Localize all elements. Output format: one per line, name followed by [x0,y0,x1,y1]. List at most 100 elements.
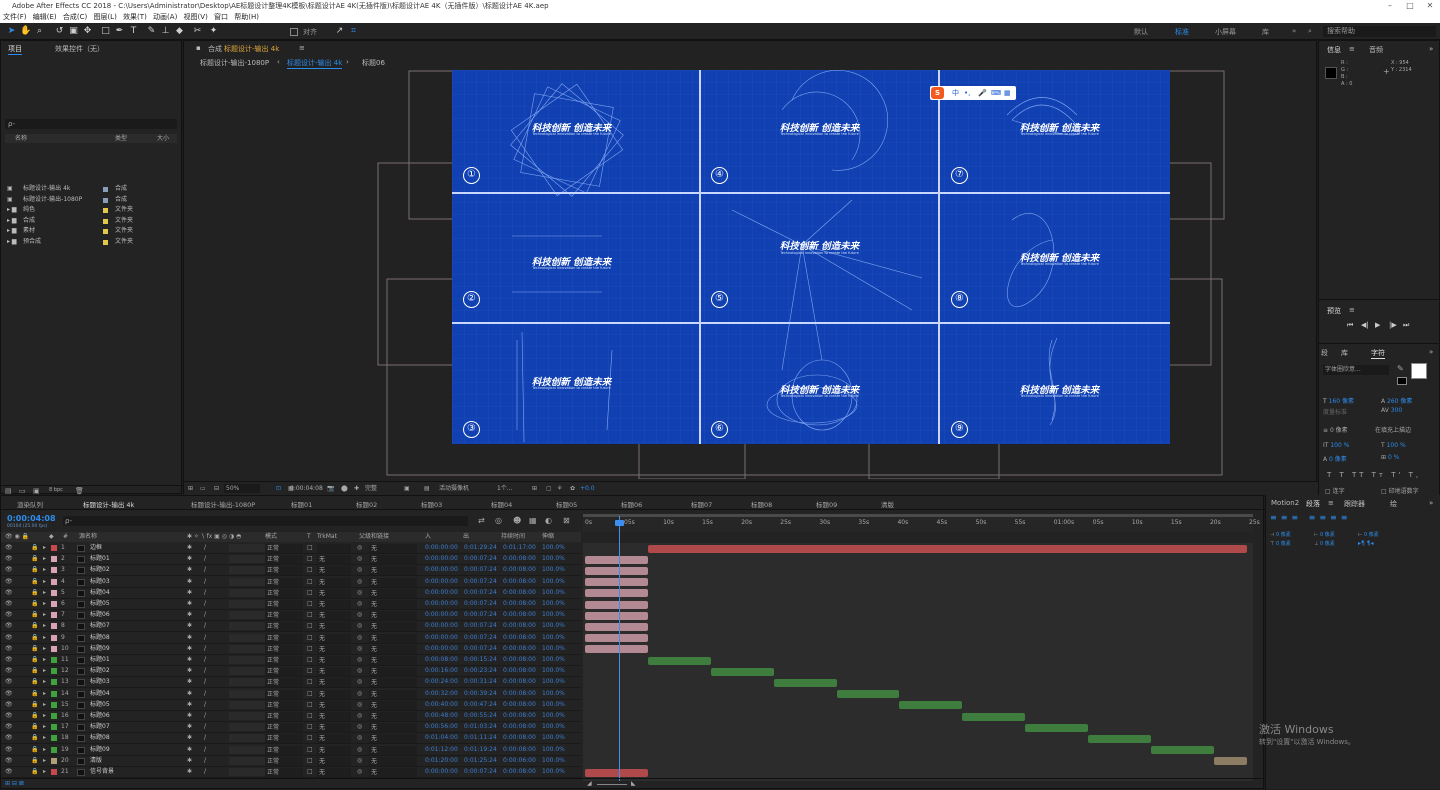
stretch[interactable]: 100.0% [542,767,565,777]
in-point[interactable]: 0:00:32:00 [425,689,458,699]
duration[interactable]: 0:00:08:00 [503,554,536,564]
more-paragraph-tabs-icon[interactable]: » [1429,499,1433,507]
work-area-bar[interactable] [583,514,1253,517]
tab-preview[interactable]: 预览 [1327,306,1341,316]
layer-label-color[interactable] [51,746,57,753]
expand-arrow-icon[interactable]: ▸ [43,621,46,631]
always-preview-icon[interactable]: ⊞ [188,482,193,496]
zoom-slider[interactable] [597,784,627,785]
layer-duration-bar[interactable] [585,768,648,777]
layer-name[interactable]: 标题07 [90,722,110,732]
visibility-eye-icon[interactable]: 👁 [5,733,13,743]
visibility-eye-icon[interactable]: 👁 [5,577,13,587]
timeline-tab[interactable]: 清版 [881,499,894,509]
expand-arrow-icon[interactable]: ▸ [43,588,46,598]
parent-pickwhip-icon[interactable]: ◎ [357,655,362,665]
workspace-standard[interactable]: 标准 [1175,27,1189,37]
tab-paragraph[interactable]: 段落 [1306,499,1320,509]
lock-switch-icon[interactable]: 🔒 [31,689,38,699]
visibility-eye-icon[interactable]: 👁 [5,588,13,598]
parent-pickwhip-icon[interactable]: ◎ [357,554,362,564]
layer-duration-bar[interactable] [585,611,648,620]
kerning-field[interactable]: 度量标准 [1323,407,1347,416]
parent-pickwhip-icon[interactable]: ◎ [357,722,362,732]
timeline-track-area[interactable] [583,543,1253,781]
brush-tool-icon[interactable]: ✎ [146,26,157,37]
menu-effect[interactable]: 效果(T) [123,13,147,21]
expand-arrow-icon[interactable]: ▸ [43,767,46,777]
layer-duration-bar[interactable] [773,678,837,687]
zoom-out-icon[interactable]: ◢ [587,779,592,789]
indent-left-field[interactable]: ⊣ 0 像素 [1270,531,1291,538]
parent-select[interactable]: 无 [369,600,417,609]
search-help-input[interactable]: 搜索帮助 [1323,26,1436,37]
layer-duration-bar[interactable] [1025,723,1089,732]
snap-grid-icon[interactable]: ⌗ [348,26,359,37]
out-point[interactable]: 0:01:11:24 [464,733,497,743]
duration[interactable]: 0:00:08:00 [503,599,536,609]
shy-switch-icon[interactable]: ✱ [187,644,192,654]
out-point[interactable]: 0:01:25:24 [464,756,497,766]
layer-label-color[interactable] [51,623,57,630]
stretch[interactable]: 100.0% [542,565,565,575]
ime-keyboard-icon[interactable]: ⌨ [991,86,1001,100]
stroke-color-swatch[interactable] [1397,377,1407,385]
menu-view[interactable]: 视图(V) [184,13,208,21]
layer-duration-bar[interactable] [1213,757,1247,766]
lock-switch-icon[interactable]: 🔒 [31,621,38,631]
visibility-eye-icon[interactable]: 👁 [5,644,13,654]
horizontal-scale-field[interactable]: T 100 % [1381,442,1406,449]
layer-row[interactable]: 👁 🔒 ▸ 6 标题05 ✱ / 正常 □ 无 ◎ 无 0:00:00:00 0:00:07:24 0:00… [1,599,581,610]
duration[interactable]: 0:00:08:00 [503,711,536,721]
stretch[interactable]: 100.0% [542,722,565,732]
camera-tool-icon[interactable]: ▣ [68,26,79,37]
lock-switch-icon[interactable]: 🔒 [31,700,38,710]
preserve-transparency-checkbox[interactable]: □ [307,733,313,743]
layer-label-color[interactable] [51,701,57,708]
quality-switch-icon[interactable]: / [204,722,206,732]
menu-window[interactable]: 窗口 [214,13,228,21]
menu-file[interactable]: 文件(F) [3,13,27,21]
layer-duration-bar[interactable] [1151,746,1214,755]
zoom-in-icon[interactable]: ◣ [631,779,636,789]
prev-frame-icon[interactable]: ◀| [1361,321,1369,329]
visibility-eye-icon[interactable]: 👁 [5,621,13,631]
parent-pickwhip-icon[interactable]: ◎ [357,733,362,743]
quality-select[interactable]: 完整 [365,482,377,496]
stretch[interactable]: 100.0% [542,733,565,743]
parent-select[interactable]: 无 [369,656,417,665]
lock-switch-icon[interactable]: 🔒 [31,745,38,755]
blend-mode-select[interactable]: 正常 [265,611,303,621]
trkmat-select[interactable] [317,544,351,553]
parent-pickwhip-icon[interactable]: ◎ [357,700,362,710]
duration[interactable]: 0:00:08:00 [503,655,536,665]
layer-label-color[interactable] [51,567,57,574]
lock-switch-icon[interactable]: 🔒 [31,644,38,654]
in-point[interactable]: 0:01:04:00 [425,733,458,743]
out-point[interactable]: 0:00:07:24 [464,610,497,620]
visibility-eye-icon[interactable]: 👁 [5,655,13,665]
menu-animation[interactable]: 动画(A) [153,13,177,21]
layer-row[interactable]: 👁 🔒 ▸ 17 标题07 ✱ / 正常 □ 无 ◎ 无 0:00:56:00 0:01:03:24 0:0… [1,722,581,734]
lock-switch-icon[interactable]: 🔒 [31,711,38,721]
stretch[interactable]: 100.0% [542,666,565,676]
font-size-field[interactable]: T 160 像素 [1323,396,1354,405]
duration[interactable]: 0:00:08:00 [503,633,536,643]
layer-name[interactable]: 信号背景 [90,767,114,777]
label-color-swatch[interactable] [103,187,108,192]
zoom-select[interactable]: 50% [224,484,260,493]
parent-pickwhip-icon[interactable]: ◎ [357,610,362,620]
maximize-icon[interactable]: □ [1400,0,1420,12]
blend-mode-select[interactable]: 正常 [265,656,303,665]
comp-tab-name[interactable]: 标题设计-输出 4k [224,44,279,54]
first-frame-icon[interactable]: ⏮ [1347,321,1353,330]
layer-label-color[interactable] [51,724,57,731]
number-header[interactable]: # [63,532,68,542]
reset-exposure-icon[interactable]: ✿ [570,482,575,496]
visibility-eye-icon[interactable]: 👁 [5,599,13,609]
fast-preview-icon[interactable]: ▣ [404,482,410,496]
parent-pickwhip-icon[interactable]: ◎ [357,644,362,654]
subtab-arrow-right-icon[interactable]: › [346,58,349,66]
trkmat-select[interactable]: 无 [317,723,351,733]
tab-effect-controls[interactable]: 效果控件（无） [55,44,104,54]
